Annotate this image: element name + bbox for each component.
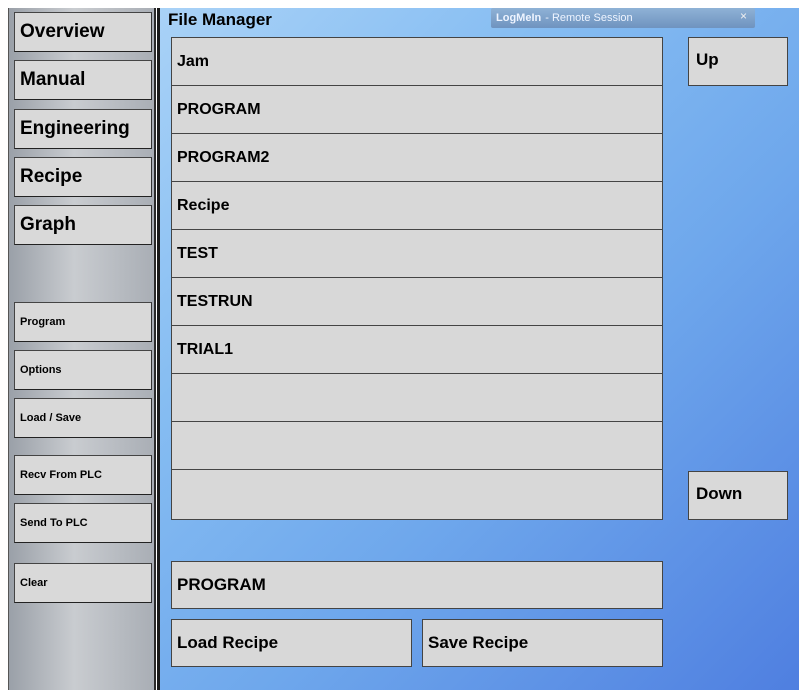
- nav-graph-button[interactable]: Graph: [14, 205, 152, 245]
- file-row[interactable]: TESTRUN: [172, 278, 662, 326]
- program-button[interactable]: Program: [14, 302, 152, 342]
- file-row[interactable]: Jam: [172, 38, 662, 86]
- scroll-up-button[interactable]: Up: [688, 37, 788, 86]
- nav-manual-button[interactable]: Manual: [14, 60, 152, 100]
- close-icon[interactable]: ×: [740, 9, 747, 23]
- file-row[interactable]: PROGRAM: [172, 86, 662, 134]
- nav-engineering-button[interactable]: Engineering: [14, 109, 152, 149]
- load-save-button[interactable]: Load / Save: [14, 398, 152, 438]
- nav-overview-button[interactable]: Overview: [14, 12, 152, 52]
- scroll-down-button[interactable]: Down: [688, 471, 788, 520]
- file-row[interactable]: PROGRAM2: [172, 134, 662, 182]
- recv-from-plc-button[interactable]: Recv From PLC: [14, 455, 152, 495]
- logmein-session-bar: LogMeIn - Remote Session ×: [491, 8, 755, 28]
- file-row[interactable]: TEST: [172, 230, 662, 278]
- logmein-brand: LogMeIn: [496, 12, 542, 24]
- clear-button[interactable]: Clear: [14, 563, 152, 603]
- file-row[interactable]: [172, 470, 662, 518]
- send-to-plc-button[interactable]: Send To PLC: [14, 503, 152, 543]
- page-title: File Manager: [168, 10, 272, 29]
- save-recipe-button[interactable]: Save Recipe: [422, 619, 663, 667]
- logmein-session-label: - Remote Session: [545, 12, 633, 24]
- load-recipe-button[interactable]: Load Recipe: [171, 619, 412, 667]
- recipe-name-field[interactable]: PROGRAM: [171, 561, 663, 609]
- file-manager-panel: File Manager LogMeIn - Remote Session × …: [160, 8, 799, 690]
- file-row[interactable]: [172, 422, 662, 470]
- file-row[interactable]: [172, 374, 662, 422]
- file-row[interactable]: TRIAL1: [172, 326, 662, 374]
- sidebar: Overview Manual Engineering Recipe Graph…: [8, 8, 156, 690]
- file-row[interactable]: Recipe: [172, 182, 662, 230]
- options-button[interactable]: Options: [14, 350, 152, 390]
- nav-recipe-button[interactable]: Recipe: [14, 157, 152, 197]
- file-list: Jam PROGRAM PROGRAM2 Recipe TEST TESTRUN…: [171, 37, 663, 520]
